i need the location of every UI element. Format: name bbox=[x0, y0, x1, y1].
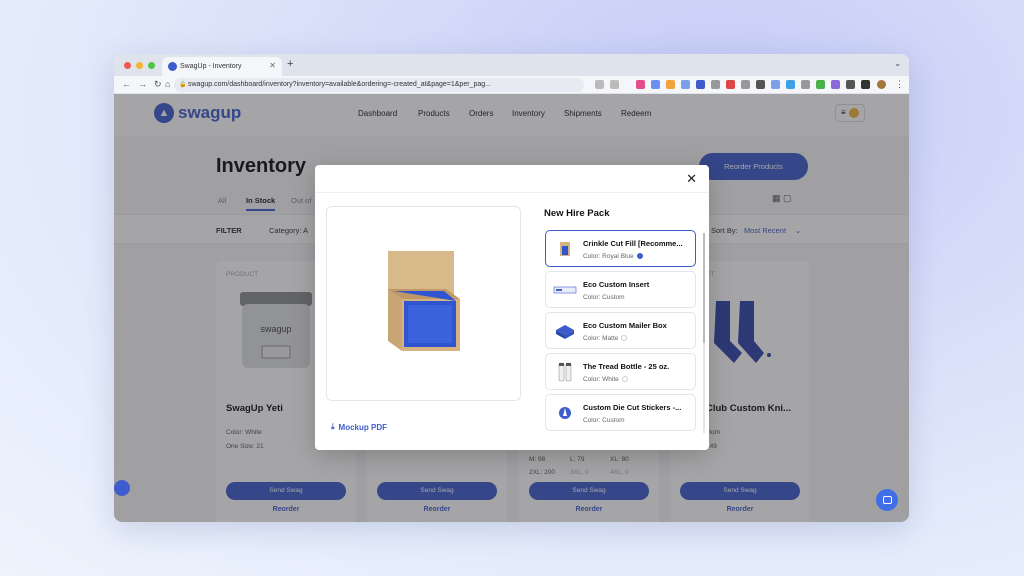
forward-icon[interactable]: → bbox=[138, 79, 147, 89]
download-icon: ⤓ bbox=[331, 422, 335, 431]
new-tab-icon[interactable]: + bbox=[287, 58, 293, 70]
bookmark-star-icon[interactable] bbox=[610, 80, 619, 89]
pack-title: New Hire Pack bbox=[544, 208, 610, 219]
pack-item[interactable]: Crinkle Cut Fill [Recomme... Color: Roya… bbox=[545, 230, 696, 267]
pack-item[interactable]: Custom Die Cut Stickers -... Color: Cust… bbox=[545, 394, 696, 431]
mockup-pdf-label: Mockup PDF bbox=[338, 422, 387, 432]
minimize-window-dot[interactable] bbox=[136, 62, 143, 69]
extension-icon[interactable] bbox=[696, 80, 705, 89]
item-color: Color: Custom bbox=[583, 294, 625, 301]
browser-tab[interactable]: SwagUp - Inventory ✕ bbox=[162, 57, 282, 76]
mailer-box-thumb-icon bbox=[556, 325, 574, 339]
close-window-dot[interactable] bbox=[124, 62, 131, 69]
extension-icon[interactable] bbox=[756, 80, 765, 89]
swagup-favicon-icon bbox=[168, 62, 177, 71]
extension-icon[interactable] bbox=[786, 80, 795, 89]
color-swatch bbox=[636, 253, 643, 260]
close-icon[interactable]: ✕ bbox=[686, 171, 697, 187]
product-preview bbox=[326, 206, 521, 401]
pack-item-list: Crinkle Cut Fill [Recomme... Color: Roya… bbox=[544, 228, 699, 431]
reload-icon[interactable]: ↻ bbox=[154, 79, 162, 90]
extension-icon[interactable] bbox=[846, 80, 855, 89]
profile-avatar[interactable] bbox=[877, 80, 886, 89]
item-name: The Tread Bottle - 25 oz. bbox=[583, 362, 670, 371]
pack-item[interactable]: Eco Custom Mailer Box Color: Matte bbox=[545, 312, 696, 349]
chat-bubble-icon bbox=[882, 496, 892, 504]
extension-icon[interactable] bbox=[711, 80, 720, 89]
bottle-thumb-icon bbox=[558, 362, 572, 382]
maximize-window-dot[interactable] bbox=[148, 62, 155, 69]
extension-icon[interactable] bbox=[636, 80, 645, 89]
tab-list-chevron-icon[interactable]: ⌄ bbox=[894, 59, 901, 68]
puzzle-extensions-icon[interactable] bbox=[861, 80, 870, 89]
item-name: Eco Custom Insert bbox=[583, 280, 650, 289]
tab-strip: SwagUp - Inventory ✕ + ⌄ bbox=[114, 54, 909, 76]
home-icon[interactable]: ⌂ bbox=[165, 79, 170, 89]
item-name: Eco Custom Mailer Box bbox=[583, 321, 667, 330]
item-color: Color: Matte bbox=[583, 335, 628, 342]
pack-details-modal: ✕ ⤓ Mockup PDF New Hire Pack Crinkle Cut… bbox=[315, 165, 709, 450]
address-bar-row: ← → ↻ ⌂ 🔒 swagup.com/dashboard/inventory… bbox=[114, 76, 909, 94]
item-name: Crinkle Cut Fill [Recomme... bbox=[583, 239, 683, 248]
extension-icon[interactable] bbox=[726, 80, 735, 89]
url-field[interactable]: 🔒 swagup.com/dashboard/inventory?invento… bbox=[174, 78, 584, 92]
mockup-pdf-link[interactable]: ⤓ Mockup PDF bbox=[331, 422, 387, 432]
item-list-scroll-thumb[interactable] bbox=[703, 233, 705, 343]
browser-menu-icon[interactable]: ⋮ bbox=[895, 79, 904, 90]
tab-title: SwagUp - Inventory bbox=[180, 63, 242, 70]
item-color: Color: White bbox=[583, 376, 628, 383]
help-widget-icon[interactable] bbox=[114, 480, 130, 496]
item-color: Color: Royal Blue bbox=[583, 253, 643, 260]
modal-header: ✕ bbox=[315, 165, 709, 193]
extension-icon[interactable] bbox=[651, 80, 660, 89]
lock-icon: 🔒 bbox=[179, 82, 187, 88]
extension-icon[interactable] bbox=[681, 80, 690, 89]
sticker-thumb-icon bbox=[559, 407, 571, 419]
color-swatch bbox=[621, 335, 628, 342]
extension-icon[interactable] bbox=[741, 80, 750, 89]
close-tab-icon[interactable]: ✕ bbox=[269, 61, 276, 70]
insert-thumb-icon bbox=[553, 286, 577, 294]
crinkle-box-image bbox=[388, 251, 460, 351]
back-icon[interactable]: ← bbox=[122, 79, 131, 89]
extension-icon[interactable] bbox=[771, 80, 780, 89]
share-icon[interactable] bbox=[595, 80, 604, 89]
extension-icon[interactable] bbox=[666, 80, 675, 89]
pack-item[interactable]: The Tread Bottle - 25 oz. Color: White bbox=[545, 353, 696, 390]
extension-icon[interactable] bbox=[816, 80, 825, 89]
chat-button[interactable] bbox=[876, 489, 898, 511]
item-name: Custom Die Cut Stickers -... bbox=[583, 403, 682, 412]
extension-icon[interactable] bbox=[831, 80, 840, 89]
color-swatch bbox=[621, 376, 628, 383]
pack-item[interactable]: Eco Custom Insert Color: Custom bbox=[545, 271, 696, 308]
item-color: Color: Custom bbox=[583, 417, 625, 424]
url-text: swagup.com/dashboard/inventory?inventory… bbox=[188, 81, 491, 88]
crinkle-fill-thumb-icon bbox=[560, 242, 570, 256]
extension-icon[interactable] bbox=[801, 80, 810, 89]
